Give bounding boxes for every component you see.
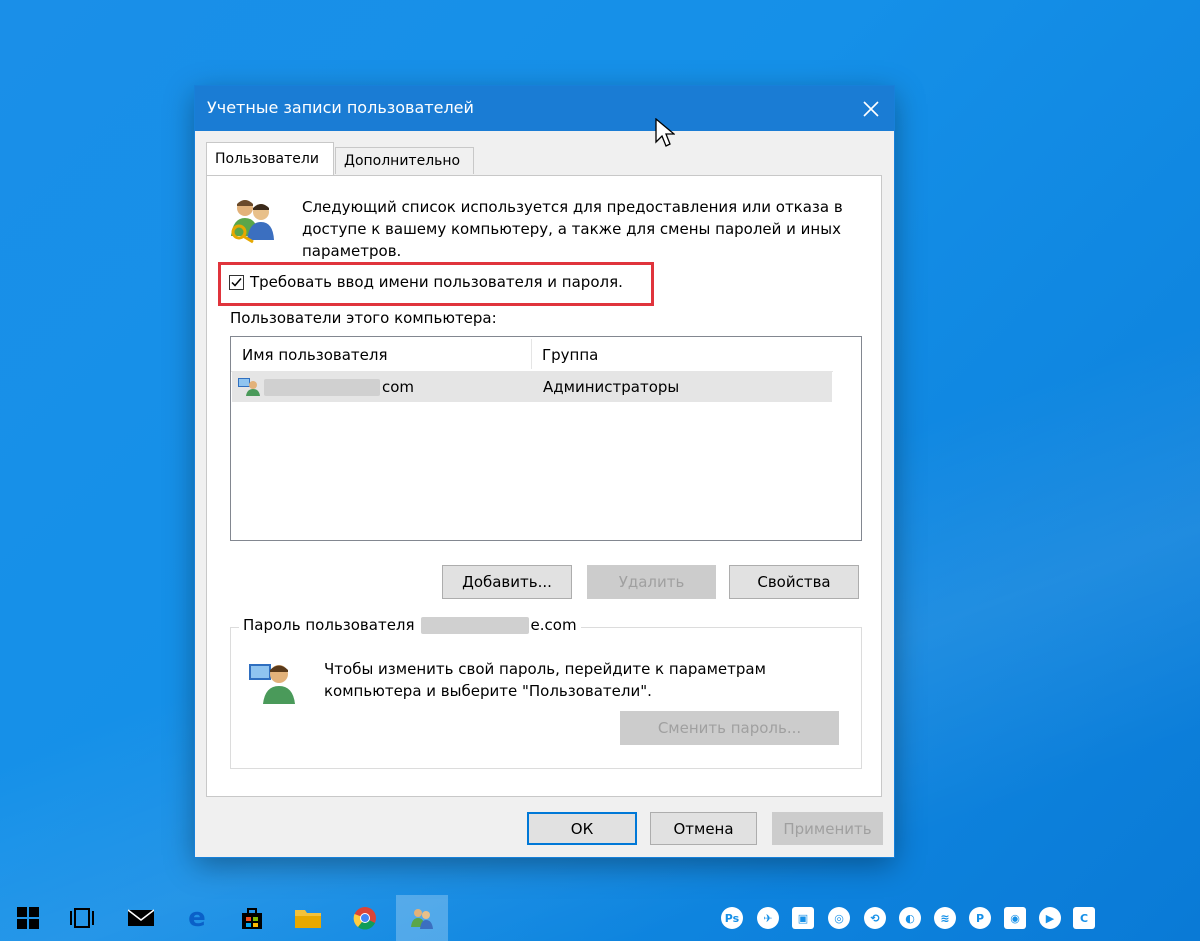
password-instructions: Чтобы изменить свой пароль, перейдите к … (324, 660, 766, 700)
users-tab-panel: Следующий список используется для предос… (206, 175, 882, 797)
user-group: Администраторы (543, 378, 680, 396)
edge-button[interactable]: e (173, 895, 221, 941)
chrome-button[interactable] (341, 895, 389, 941)
password-legend-suffix: e.com (530, 616, 577, 634)
edge-icon: e (188, 903, 206, 933)
users-list-label: Пользователи этого компьютера: (230, 309, 497, 327)
tab-advanced[interactable]: Дополнительно (335, 147, 474, 174)
checkmark-icon (231, 277, 242, 287)
sync-tray-icon[interactable]: ⟲ (864, 907, 886, 929)
ok-button[interactable]: ОК (527, 812, 637, 845)
redacted-account (420, 616, 529, 634)
chrome-tray-icon[interactable]: ◎ (828, 907, 850, 929)
users-keys-icon (229, 196, 275, 248)
user-accounts-taskbar-button[interactable] (396, 895, 448, 941)
column-header-group[interactable]: Группа (542, 346, 598, 364)
folder-icon (295, 910, 321, 928)
intro-description: Следующий список используется для предос… (302, 198, 843, 260)
mouse-cursor-icon (655, 117, 676, 152)
tab-users[interactable]: Пользователи (206, 142, 334, 175)
change-password-button[interactable]: Сменить пароль... (620, 711, 839, 745)
file-explorer-button[interactable] (284, 895, 332, 941)
task-view-button[interactable] (58, 895, 106, 941)
mail-icon (128, 909, 154, 926)
media-tray-icon[interactable]: ▶ (1039, 907, 1061, 929)
taskbar: e Ps ✈ ▣ ◎ ⟲ ◐ ≋ P ◉ ▶ C (0, 895, 1200, 941)
password-legend-prefix: Пароль пользователя (243, 616, 415, 634)
add-user-button[interactable]: Добавить... (442, 565, 572, 599)
chrome-icon (353, 907, 376, 930)
column-separator[interactable] (531, 339, 532, 369)
users-list[interactable]: Имя пользователя Группа com Администрато… (230, 336, 862, 541)
user-accounts-dialog: Учетные записи пользователей Пользовател… (195, 86, 894, 857)
photoshop-tray-icon[interactable]: Ps (721, 907, 743, 929)
p-app-tray-icon[interactable]: P (969, 907, 991, 929)
require-login-checkbox-row[interactable]: Требовать ввод имени пользователя и паро… (229, 273, 623, 291)
password-groupbox: Пароль пользователя e.com Чтобы изменить… (230, 616, 862, 769)
apply-button[interactable]: Применить (772, 812, 883, 845)
table-row[interactable]: com Администраторы (232, 372, 832, 402)
cloud-tray-icon[interactable]: ◐ (899, 907, 921, 929)
task-view-icon (70, 908, 94, 928)
telegram-tray-icon[interactable]: ✈ (757, 907, 779, 929)
store-button[interactable] (228, 895, 276, 941)
dialog-title: Учетные записи пользователей (207, 98, 474, 117)
user-password-icon (249, 658, 295, 708)
close-icon (863, 100, 879, 117)
c-app-tray-icon[interactable]: C (1073, 907, 1095, 929)
start-button[interactable] (4, 895, 52, 941)
password-group-legend: Пароль пользователя e.com (239, 616, 581, 634)
user-icon (238, 376, 260, 400)
user-accounts-icon (411, 909, 433, 929)
camera-tray-icon[interactable]: ◉ (1004, 907, 1026, 929)
windows-logo-icon (17, 907, 39, 929)
layers-tray-icon[interactable]: ≋ (934, 907, 956, 929)
store-icon (242, 908, 262, 929)
close-button[interactable] (848, 86, 894, 131)
remove-user-button[interactable]: Удалить (587, 565, 716, 599)
mail-button[interactable] (117, 895, 165, 941)
photos-tray-icon[interactable]: ▣ (792, 907, 814, 929)
require-login-label: Требовать ввод имени пользователя и паро… (250, 273, 623, 291)
cancel-button[interactable]: Отмена (650, 812, 757, 845)
username-suffix: com (382, 378, 415, 396)
column-header-username[interactable]: Имя пользователя (242, 346, 388, 364)
list-header: Имя пользователя Группа (231, 337, 833, 372)
properties-button[interactable]: Свойства (729, 565, 859, 599)
require-login-checkbox[interactable] (229, 274, 244, 290)
redacted-username (264, 379, 380, 396)
title-bar[interactable]: Учетные записи пользователей (195, 86, 894, 131)
